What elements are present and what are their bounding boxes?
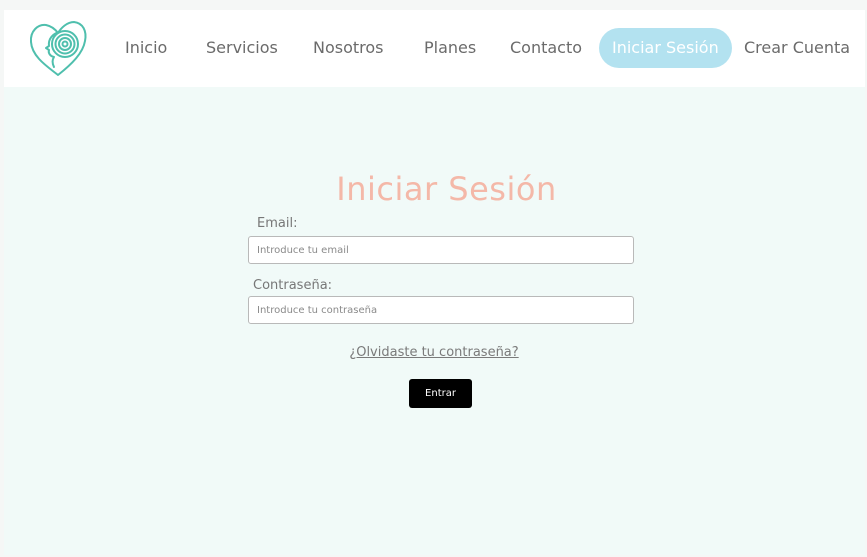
nav-item-planes[interactable]: Planes [424, 36, 476, 60]
password-field[interactable] [248, 296, 634, 324]
email-field[interactable] [248, 236, 634, 264]
page-background: Inicio Servicios Nosotros Planes Contact… [4, 10, 865, 555]
nav-item-inicio[interactable]: Inicio [125, 36, 167, 60]
heart-spiral-head-logo-icon[interactable] [28, 19, 88, 79]
nav-item-iniciar-sesion[interactable]: Iniciar Sesión [599, 28, 732, 68]
email-label: Email: [257, 216, 298, 231]
nav-item-servicios[interactable]: Servicios [206, 36, 278, 60]
submit-button[interactable]: Entrar [409, 379, 472, 408]
forgot-password-link[interactable]: ¿Olvidaste tu contraseña? [4, 345, 864, 360]
page-title: Iniciar Sesión [336, 170, 557, 208]
nav-item-nosotros[interactable]: Nosotros [313, 36, 384, 60]
navbar: Inicio Servicios Nosotros Planes Contact… [4, 10, 865, 87]
nav-item-crear-cuenta[interactable]: Crear Cuenta [744, 36, 850, 60]
password-label: Contraseña: [253, 278, 333, 293]
nav-item-contacto[interactable]: Contacto [510, 36, 582, 60]
